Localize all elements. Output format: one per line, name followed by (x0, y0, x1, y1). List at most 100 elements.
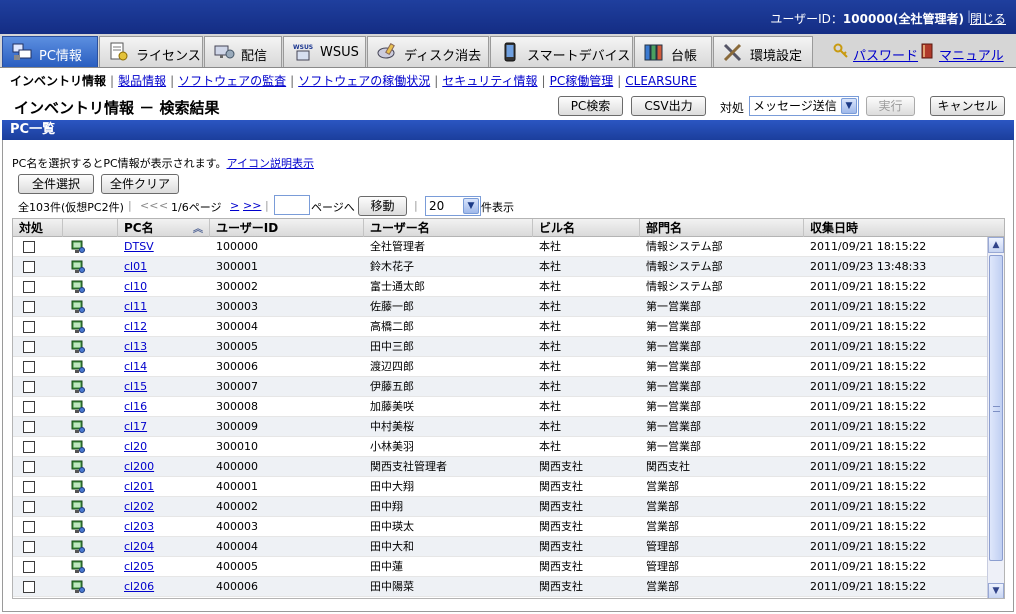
col-action[interactable]: 対処 (13, 219, 63, 237)
col-department[interactable]: 部門名 (640, 219, 804, 237)
cell-pc-name-text[interactable]: cl16 (124, 400, 147, 413)
cell-pc-name[interactable]: cl205 (118, 557, 210, 577)
cell-pc-name-text[interactable]: cl206 (124, 580, 154, 593)
cell-pc-name-text[interactable]: cl20 (124, 440, 147, 453)
tab-settings[interactable]: 環境設定 (713, 36, 813, 67)
row-checkbox[interactable] (23, 561, 35, 573)
prev-page-link[interactable]: < (159, 199, 168, 212)
cancel-button[interactable]: キャンセル (930, 96, 1005, 116)
row-checkbox[interactable] (23, 401, 35, 413)
table-row: cl205 400005 田中蓮 関西支社 管理部 2011/09/21 18:15:22 (13, 557, 988, 577)
row-checkbox[interactable] (23, 581, 35, 593)
cell-pc-name[interactable]: cl202 (118, 497, 210, 517)
cell-pc-name-text[interactable]: cl15 (124, 380, 147, 393)
row-checkbox[interactable] (23, 381, 35, 393)
row-checkbox[interactable] (23, 461, 35, 473)
cell-pc-name[interactable]: cl13 (118, 337, 210, 357)
cell-pc-name-text[interactable]: cl10 (124, 280, 147, 293)
cell-pc-name-text[interactable]: cl14 (124, 360, 147, 373)
cell-pc-name-text[interactable]: cl204 (124, 540, 154, 553)
tab-delivery[interactable]: 配信 (204, 36, 282, 67)
csv-output-button[interactable]: CSV出力 (631, 96, 706, 116)
cell-pc-name-text[interactable]: cl17 (124, 420, 147, 433)
clear-all-button[interactable]: 全件クリア (101, 174, 179, 194)
subnav-software-operation[interactable]: ソフトウェアの稼働状況 (298, 72, 430, 89)
row-checkbox[interactable] (23, 341, 35, 353)
manual-link[interactable]: マニュアル (921, 43, 1004, 64)
col-collected-at[interactable]: 収集日時 (804, 219, 1004, 237)
col-user-name[interactable]: ユーザー名 (364, 219, 533, 237)
cell-pc-name-text[interactable]: DTSV (124, 240, 154, 253)
row-checkbox[interactable] (23, 441, 35, 453)
row-checkbox[interactable] (23, 501, 35, 513)
cell-pc-name[interactable]: cl01 (118, 257, 210, 277)
cell-pc-name[interactable]: DTSV (118, 237, 210, 257)
row-checkbox[interactable] (23, 481, 35, 493)
row-checkbox[interactable] (23, 261, 35, 273)
cell-pc-name[interactable]: cl10 (118, 277, 210, 297)
col-user-id[interactable]: ユーザーID (210, 219, 364, 237)
tab-wsus[interactable]: WSUS WSUS (283, 36, 366, 67)
cell-pc-name-text[interactable]: cl205 (124, 560, 154, 573)
cell-pc-name-text[interactable]: cl200 (124, 460, 154, 473)
cell-pc-name-text[interactable]: cl01 (124, 260, 147, 273)
row-checkbox[interactable] (23, 521, 35, 533)
icon-legend-link[interactable]: アイコン説明表示 (227, 157, 314, 170)
subnav-software-audit[interactable]: ソフトウェアの監査 (178, 72, 286, 89)
row-checkbox[interactable] (23, 541, 35, 553)
row-checkbox[interactable] (23, 301, 35, 313)
next-page-link[interactable]: > (230, 199, 239, 212)
cell-pc-name[interactable]: cl206 (118, 577, 210, 597)
scroll-up-icon[interactable]: ▲ (988, 237, 1004, 253)
first-page-link[interactable]: << (140, 199, 158, 212)
cell-pc-name[interactable]: cl15 (118, 377, 210, 397)
password-link[interactable]: パスワード (833, 43, 918, 64)
subnav-clearsure[interactable]: CLEARSURE (625, 74, 697, 88)
cell-pc-name[interactable]: cl200 (118, 457, 210, 477)
cell-pc-name[interactable]: cl204 (118, 537, 210, 557)
tab-disk-erase[interactable]: ディスク消去 (367, 36, 489, 67)
subnav-product-info[interactable]: 製品情報 (118, 72, 166, 89)
page-number-input[interactable] (274, 195, 310, 215)
cell-pc-name[interactable]: cl11 (118, 297, 210, 317)
per-page-select[interactable]: 20 ▼ (425, 196, 481, 216)
tab-smart-device[interactable]: スマートデバイス (490, 36, 633, 67)
row-checkbox[interactable] (23, 321, 35, 333)
row-checkbox[interactable] (23, 361, 35, 373)
cell-pc-name-text[interactable]: cl203 (124, 520, 154, 533)
cell-pc-name-text[interactable]: cl12 (124, 320, 147, 333)
subnav-security-info[interactable]: セキュリティ情報 (442, 72, 537, 89)
col-building[interactable]: ビル名 (533, 219, 640, 237)
row-checkbox[interactable] (23, 421, 35, 433)
col-pc-name[interactable]: PC名 ︽ (118, 219, 210, 237)
action-select[interactable]: メッセージ送信 ▼ (749, 96, 859, 116)
pc-search-button[interactable]: PC検索 (558, 96, 623, 116)
select-all-button[interactable]: 全件選択 (18, 174, 94, 194)
scroll-thumb[interactable] (989, 255, 1003, 561)
tab-pc-info[interactable]: PC情報 (2, 36, 98, 67)
move-button[interactable]: 移動 (358, 196, 407, 216)
cell-pc-name-text[interactable]: cl13 (124, 340, 147, 353)
row-checkbox[interactable] (23, 281, 35, 293)
close-link[interactable]: 閉じる (970, 10, 1006, 27)
scroll-down-icon[interactable]: ▼ (988, 583, 1004, 598)
subnav-pc-operation[interactable]: PC稼働管理 (550, 72, 614, 89)
cell-pc-name-text[interactable]: cl11 (124, 300, 147, 313)
cell-department-text: 管理部 (646, 540, 679, 553)
cell-pc-name[interactable]: cl16 (118, 397, 210, 417)
cell-pc-name-text[interactable]: cl202 (124, 500, 154, 513)
cell-pc-name[interactable]: cl20 (118, 437, 210, 457)
cell-pc-name[interactable]: cl12 (118, 317, 210, 337)
cell-pc-name-text[interactable]: cl201 (124, 480, 154, 493)
last-page-link[interactable]: >> (243, 199, 261, 212)
tab-ledger[interactable]: 台帳 (634, 36, 712, 67)
execute-button[interactable]: 実行 (866, 96, 915, 116)
cell-pc-name[interactable]: cl14 (118, 357, 210, 377)
table-scrollbar[interactable]: ▲ ▼ (987, 237, 1004, 598)
cell-pc-name[interactable]: cl17 (118, 417, 210, 437)
tab-license[interactable]: ライセンス (99, 36, 203, 67)
cell-collected-at-text: 2011/09/21 18:15:22 (810, 520, 927, 533)
cell-pc-name[interactable]: cl201 (118, 477, 210, 497)
cell-pc-name[interactable]: cl203 (118, 517, 210, 537)
row-checkbox[interactable] (23, 241, 35, 253)
